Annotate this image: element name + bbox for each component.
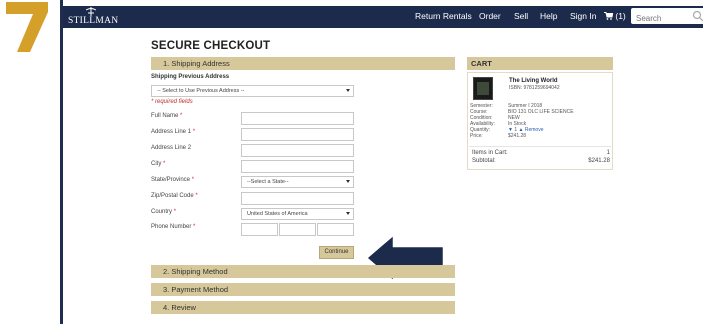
subtotal-label: Subtotal: <box>472 158 496 164</box>
chevron-down-icon <box>346 89 350 92</box>
section-payment-method[interactable]: 3. Payment Method <box>151 283 455 296</box>
page-title: SECURE CHECKOUT <box>151 40 271 52</box>
search-box <box>631 8 703 26</box>
address2-input[interactable] <box>241 144 354 157</box>
city-label: City * <box>151 161 166 167</box>
book-isbn: ISBN: 9781259694042 <box>509 85 560 91</box>
nav-order[interactable]: Order <box>479 11 501 21</box>
nav-return-rentals[interactable]: Return Rentals <box>415 11 472 21</box>
nav-sell[interactable]: Sell <box>514 11 528 21</box>
nav-help[interactable]: Help <box>540 11 557 21</box>
price-label: Price: <box>470 133 483 139</box>
country-label: Country * <box>151 209 177 215</box>
continue-button[interactable]: Continue <box>319 246 354 259</box>
section-review[interactable]: 4. Review <box>151 301 455 314</box>
chevron-down-icon <box>346 212 350 215</box>
previous-address-label: Shipping Previous Address <box>151 74 230 80</box>
chevron-down-icon <box>346 180 350 183</box>
address2-label: Address Line 2 <box>151 145 192 151</box>
book-title: The Living World <box>509 78 558 84</box>
address1-input[interactable] <box>241 128 354 141</box>
cart-count: (1) <box>615 11 626 21</box>
cart-divider <box>469 146 611 147</box>
full-name-label: Full Name * <box>151 113 183 119</box>
price-value: $241.28 <box>508 133 527 139</box>
window-edge <box>60 0 63 324</box>
search-input[interactable] <box>636 11 694 26</box>
items-in-cart-value: 1 <box>606 150 610 156</box>
zip-input[interactable] <box>241 192 354 205</box>
city-input[interactable] <box>241 160 354 173</box>
phone-line-input[interactable] <box>317 223 354 236</box>
required-fields-note: * required fields <box>151 99 193 105</box>
stillman-logo[interactable]: STILLMAN <box>68 7 118 27</box>
section-shipping-address[interactable]: 1. Shipping Address <box>151 57 455 70</box>
phone-area-input[interactable] <box>241 223 278 236</box>
subtotal-value: $241.28 <box>588 158 610 164</box>
phone-label: Phone Number * <box>151 224 196 230</box>
section-shipping-method[interactable]: 2. Shipping Method <box>151 265 455 278</box>
nav-cart[interactable]: (1) <box>604 11 626 21</box>
state-label: State/Province * <box>151 177 195 183</box>
country-select[interactable]: United States of America <box>241 208 354 220</box>
phone-prefix-input[interactable] <box>279 223 316 236</box>
logo-text: STILLMAN <box>68 16 119 26</box>
items-in-cart-label: Items in Cart: <box>472 150 508 156</box>
previous-address-select[interactable]: -- Select to Use Previous Address -- <box>151 85 354 97</box>
nav-sign-in[interactable]: Sign In <box>570 11 596 21</box>
step-number-7 <box>6 2 48 52</box>
logo-emblem-icon <box>85 7 97 16</box>
book-cover-image <box>473 77 493 100</box>
cart-icon <box>604 12 614 20</box>
remove-link[interactable]: Remove <box>525 127 544 133</box>
cart-header: CART <box>467 57 613 70</box>
search-icon[interactable] <box>692 10 703 22</box>
full-name-input[interactable] <box>241 112 354 125</box>
zip-label: Zip/Postal Code * <box>151 193 198 199</box>
state-select[interactable]: --Select a State-- <box>241 176 354 188</box>
top-navigation: STILLMAN Return Rentals Order Sell Help … <box>63 6 703 28</box>
address1-label: Address Line 1 * <box>151 129 196 135</box>
